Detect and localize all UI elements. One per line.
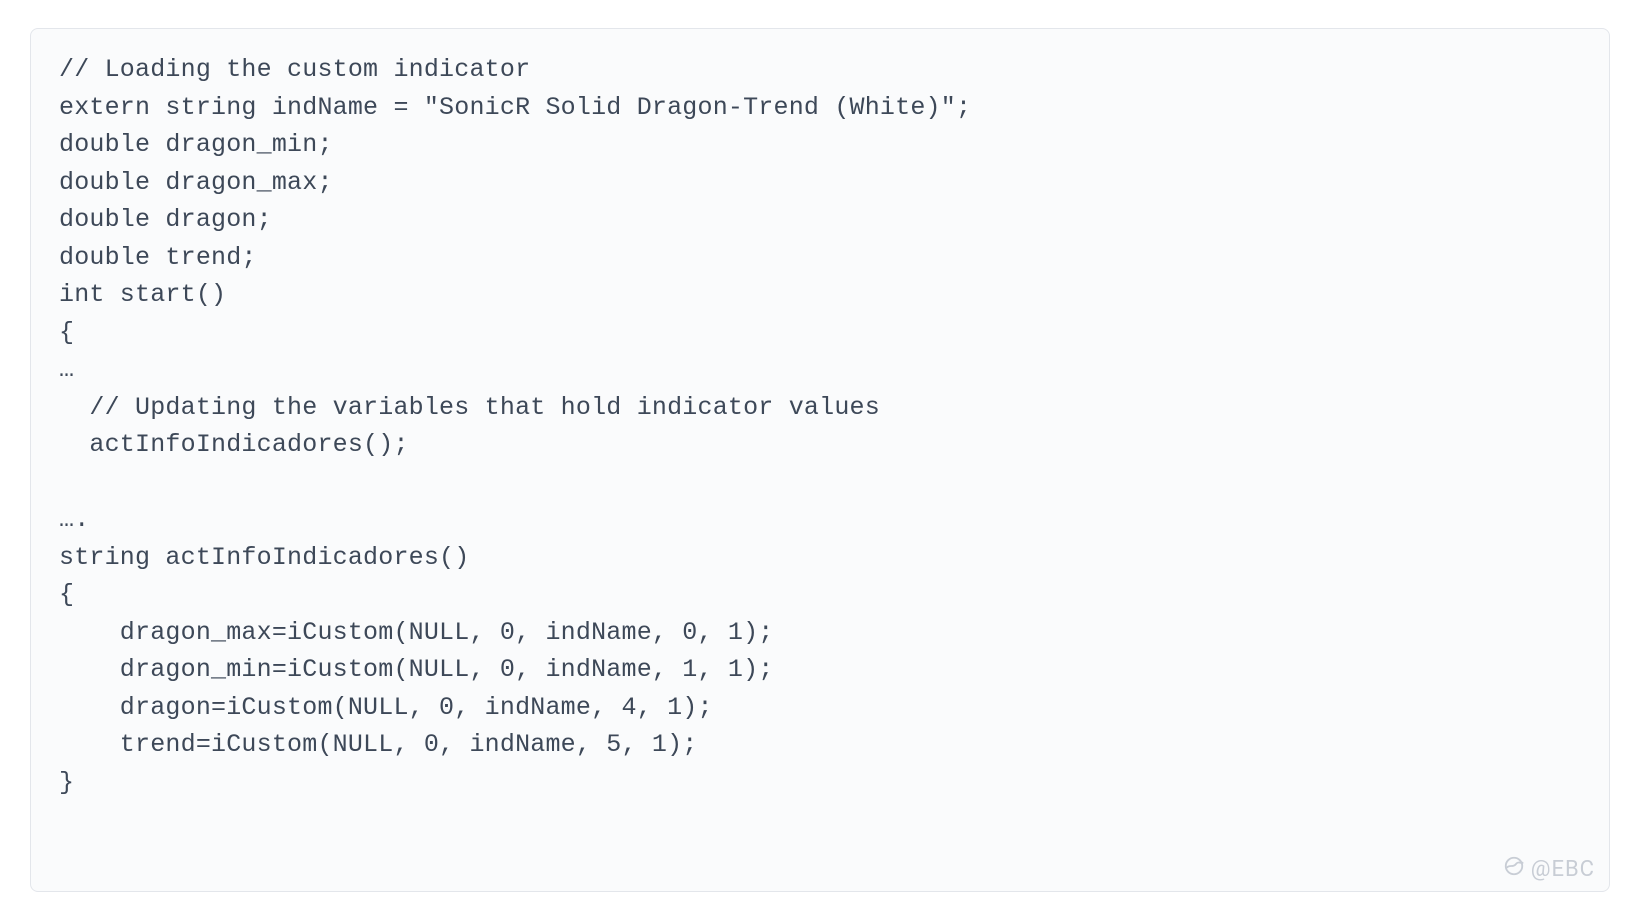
code-block: // Loading the custom indicator extern s… (30, 28, 1610, 892)
watermark-icon (1503, 855, 1525, 883)
code-content: // Loading the custom indicator extern s… (59, 51, 1581, 801)
watermark: @EBC (1503, 855, 1595, 883)
watermark-text: @EBC (1531, 857, 1595, 882)
